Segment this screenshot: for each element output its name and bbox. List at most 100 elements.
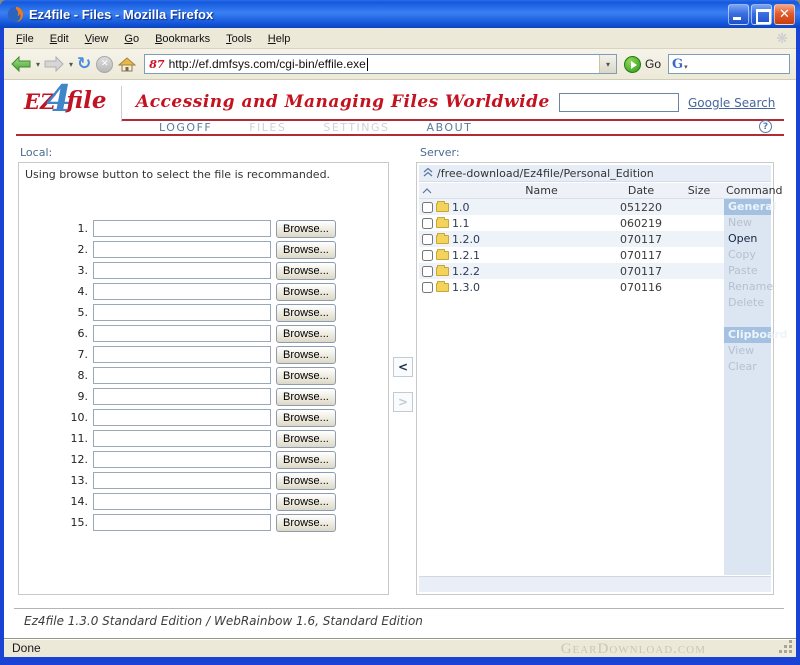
titlebar-drag-handle[interactable]: Ez4file - Files - Mozilla Firefox ✕	[0, 0, 800, 28]
forward-button[interactable]	[43, 52, 65, 76]
row-checkbox[interactable]	[422, 218, 433, 229]
minimize-button[interactable]	[728, 4, 749, 25]
go-button-label[interactable]: Go	[645, 57, 661, 71]
navigation-toolbar: ▾ ▾ ↻ ✕ 87 http://e	[4, 49, 796, 80]
back-button[interactable]	[10, 52, 32, 76]
folder-name[interactable]: 1.2.0	[452, 233, 608, 246]
browse-button[interactable]: Browse...	[276, 367, 336, 385]
footer-credit: Ez4file 1.3.0 Standard Edition / WebRain…	[24, 614, 423, 628]
browse-button[interactable]: Browse...	[276, 451, 336, 469]
transfer-to-local-button[interactable]: <	[393, 357, 413, 377]
close-button[interactable]: ✕	[774, 4, 795, 25]
file-path-input[interactable]	[93, 283, 271, 300]
file-path-input[interactable]	[93, 409, 271, 426]
command-item[interactable]: Open	[724, 231, 771, 247]
file-path-input[interactable]	[93, 514, 271, 531]
command-item[interactable]: Paste	[724, 263, 771, 279]
command-item[interactable]: View	[724, 343, 771, 359]
browse-button[interactable]: Browse...	[276, 283, 336, 301]
maximize-button[interactable]	[751, 4, 772, 25]
transfer-to-server-button[interactable]: >	[393, 392, 413, 412]
menu-item[interactable]: File	[8, 30, 42, 48]
nav-item[interactable]: LOGOFF	[159, 121, 212, 134]
browse-button[interactable]: Browse...	[276, 241, 336, 259]
browse-button[interactable]: Browse...	[276, 325, 336, 343]
file-path-input[interactable]	[93, 262, 271, 279]
browse-button[interactable]: Browse...	[276, 493, 336, 511]
file-path-input[interactable]	[93, 430, 271, 447]
home-button[interactable]	[117, 52, 137, 76]
local-file-row: 9. Browse...	[19, 386, 388, 407]
column-header-date[interactable]: Date	[608, 184, 674, 197]
help-icon[interactable]: ?	[759, 120, 772, 133]
menu-item[interactable]: Go	[116, 30, 147, 48]
row-checkbox[interactable]	[422, 234, 433, 245]
file-path-input[interactable]	[93, 346, 271, 363]
command-item[interactable]: General	[724, 199, 771, 215]
row-number: 5.	[19, 306, 93, 319]
folder-name[interactable]: 1.2.2	[452, 265, 608, 278]
menu-item[interactable]: Bookmarks	[147, 30, 218, 48]
file-path-input[interactable]	[93, 220, 271, 237]
row-checkbox[interactable]	[422, 202, 433, 213]
forward-history-caret[interactable]: ▾	[69, 60, 73, 69]
google-search-link[interactable]: Google Search	[688, 96, 775, 110]
menu-item[interactable]: Help	[260, 30, 299, 48]
folder-name[interactable]: 1.1	[452, 217, 608, 230]
resize-grip[interactable]	[789, 650, 792, 653]
browse-button[interactable]: Browse...	[276, 220, 336, 238]
stop-button[interactable]: ✕	[95, 52, 114, 76]
collapse-icon[interactable]	[419, 167, 437, 180]
google-search-input[interactable]: G ▾	[668, 54, 790, 74]
file-path-input[interactable]	[93, 304, 271, 321]
file-path-input[interactable]	[93, 367, 271, 384]
local-file-row: 15. Browse...	[19, 512, 388, 533]
go-icon[interactable]	[624, 56, 641, 73]
column-header-size[interactable]: Size	[674, 184, 724, 197]
command-item[interactable]: Clear	[724, 359, 771, 375]
folder-name[interactable]: 1.2.1	[452, 249, 608, 262]
browse-button[interactable]: Browse...	[276, 514, 336, 532]
browse-button[interactable]: Browse...	[276, 409, 336, 427]
column-header-name[interactable]: Name	[435, 184, 608, 197]
file-path-input[interactable]	[93, 451, 271, 468]
reload-button[interactable]: ↻	[76, 52, 92, 76]
nav-item[interactable]: ABOUT	[427, 121, 473, 134]
browse-button[interactable]: Browse...	[276, 430, 336, 448]
forward-arrow-icon	[44, 56, 64, 72]
command-item[interactable]: Delete	[724, 295, 771, 311]
command-item[interactable]: Clipboard	[724, 327, 771, 343]
file-path-input[interactable]	[93, 241, 271, 258]
folder-name[interactable]: 1.3.0	[452, 281, 608, 294]
server-pane-label: Server:	[420, 146, 460, 159]
menu-item[interactable]: Tools	[218, 30, 260, 48]
file-path-input[interactable]	[93, 325, 271, 342]
menu-item[interactable]: View	[77, 30, 117, 48]
browse-button[interactable]: Browse...	[276, 262, 336, 280]
command-item[interactable]	[724, 311, 771, 327]
browse-button[interactable]: Browse...	[276, 304, 336, 322]
sort-chevron-icon[interactable]	[419, 184, 435, 197]
folder-name[interactable]: 1.0	[452, 201, 608, 214]
url-input[interactable]: 87 http://ef.dmfsys.com/cgi-bin/effile.e…	[144, 54, 617, 74]
command-item[interactable]: Copy	[724, 247, 771, 263]
nav-item[interactable]: FILES	[249, 121, 286, 134]
menu-item[interactable]: Edit	[42, 30, 77, 48]
file-path-input[interactable]	[93, 388, 271, 405]
row-checkbox[interactable]	[422, 266, 433, 277]
search-engine-caret[interactable]: ▾	[684, 63, 688, 71]
file-path-input[interactable]	[93, 472, 271, 489]
browse-button[interactable]: Browse...	[276, 388, 336, 406]
url-dropdown-button[interactable]: ▾	[599, 55, 616, 73]
server-table-header: Name Date Size Command	[419, 183, 771, 199]
command-item[interactable]: Rename	[724, 279, 771, 295]
row-checkbox[interactable]	[422, 282, 433, 293]
file-path-input[interactable]	[93, 493, 271, 510]
browse-button[interactable]: Browse...	[276, 472, 336, 490]
nav-item[interactable]: SETTINGS	[323, 121, 389, 134]
browse-button[interactable]: Browse...	[276, 346, 336, 364]
command-item[interactable]: New	[724, 215, 771, 231]
row-checkbox[interactable]	[422, 250, 433, 261]
site-search-input[interactable]	[559, 93, 679, 112]
back-history-caret[interactable]: ▾	[36, 60, 40, 69]
